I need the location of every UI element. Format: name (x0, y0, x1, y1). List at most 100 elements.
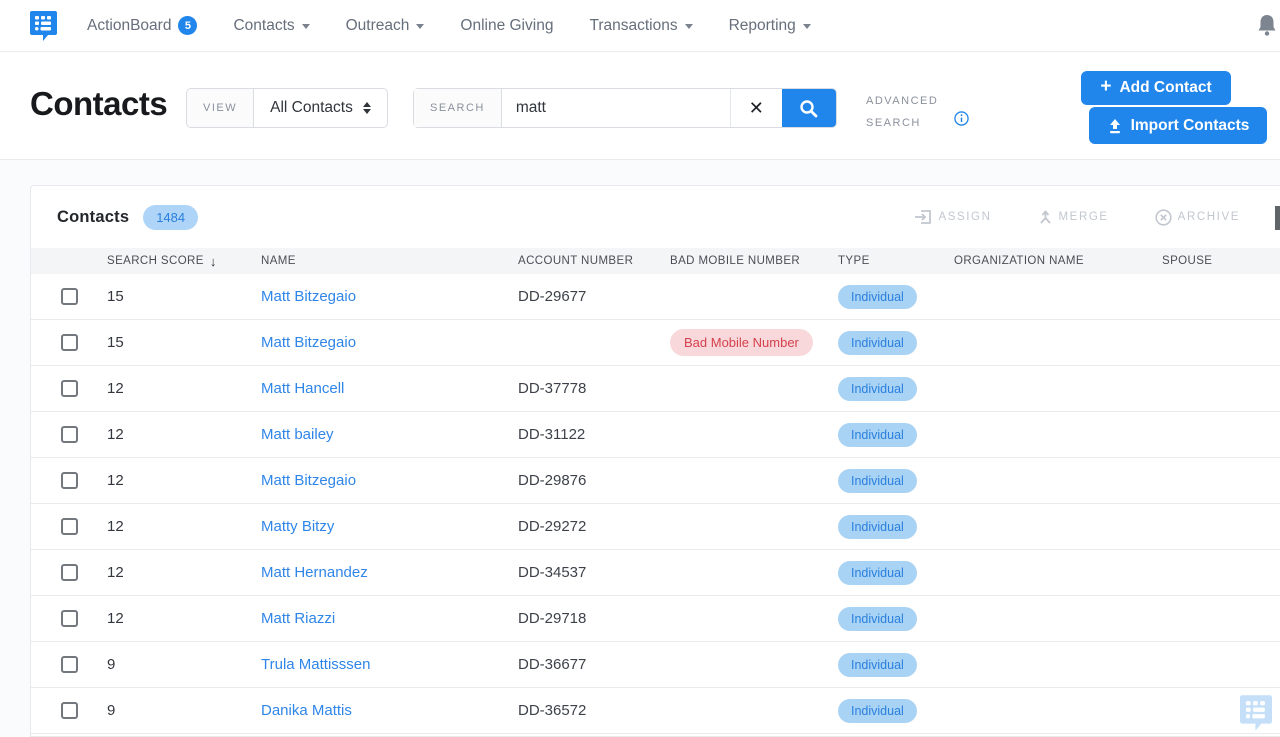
search-score-value: 15 (107, 288, 261, 305)
table-row: 15 Matt Bitzegaio DD-29677 Individual (31, 274, 1280, 320)
assign-icon (914, 209, 932, 225)
column-account-number[interactable]: ACCOUNT NUMBER (518, 255, 670, 267)
row-checkbox[interactable] (61, 656, 78, 673)
assign-button[interactable]: ASSIGN (914, 209, 991, 225)
top-nav: ActionBoard 5 Contacts Outreach Online G… (0, 0, 1280, 52)
search-score-value: 12 (107, 380, 261, 397)
row-checkbox[interactable] (61, 518, 78, 535)
nav-label: Reporting (729, 17, 796, 35)
table-row: 12 Matt bailey DD-31122 Individual (31, 412, 1280, 458)
account-number-value: DD-29876 (518, 472, 670, 489)
chevron-down-icon (803, 24, 811, 29)
archive-button[interactable]: ARCHIVE (1155, 209, 1240, 226)
account-number-value: DD-36677 (518, 656, 670, 673)
chevron-down-icon (416, 24, 424, 29)
row-checkbox[interactable] (61, 334, 78, 351)
contact-name-link[interactable]: Matt Riazzi (261, 610, 335, 627)
page-header: Contacts VIEW All Contacts SEARCH ✕ ADVA… (0, 52, 1280, 160)
bad-mobile-badge: Bad Mobile Number (670, 329, 813, 356)
search-score-value: 12 (107, 472, 261, 489)
nav-item-reporting[interactable]: Reporting (729, 17, 811, 35)
row-checkbox[interactable] (61, 472, 78, 489)
advanced-search-line1: ADVANCED (866, 90, 938, 112)
content-area: Contacts 1484 ASSIGN MERGE (0, 160, 1280, 737)
row-checkbox[interactable] (61, 702, 78, 719)
view-select-dropdown[interactable]: All Contacts (254, 89, 387, 127)
notifications-bell-icon[interactable] (1256, 13, 1278, 37)
contact-name-link[interactable]: Trula Mattisssen (261, 656, 370, 673)
contact-name-link[interactable]: Matt Hancell (261, 380, 344, 397)
add-contact-label: Add Contact (1119, 79, 1211, 97)
column-name[interactable]: NAME (261, 255, 518, 267)
type-badge: Individual (838, 607, 917, 631)
search-bar: SEARCH ✕ (413, 88, 837, 128)
column-type[interactable]: TYPE (838, 255, 954, 267)
column-organization-name[interactable]: ORGANIZATION NAME (954, 255, 1162, 267)
contacts-count-badge: 1484 (143, 205, 198, 230)
nav-item-actionboard[interactable]: ActionBoard 5 (87, 16, 197, 35)
page-title: Contacts (30, 85, 167, 123)
contact-name-link[interactable]: Matt bailey (261, 426, 334, 443)
import-contacts-button[interactable]: Import Contacts (1089, 107, 1267, 144)
nav-item-transactions[interactable]: Transactions (589, 17, 692, 35)
row-checkbox[interactable] (61, 288, 78, 305)
card-title: Contacts (57, 208, 129, 227)
actionboard-logo-icon[interactable] (30, 11, 57, 41)
contact-name-link[interactable]: Danika Mattis (261, 702, 352, 719)
clear-search-button[interactable]: ✕ (731, 89, 782, 127)
row-checkbox[interactable] (61, 380, 78, 397)
archive-icon (1155, 209, 1172, 226)
search-score-value: 12 (107, 564, 261, 581)
table-row: 9 Trula Mattisssen DD-36677 Individual (31, 642, 1280, 688)
table-row: 12 Matt Riazzi DD-29718 Individual (31, 596, 1280, 642)
archive-label: ARCHIVE (1178, 211, 1240, 223)
card-header: Contacts 1484 ASSIGN MERGE (31, 186, 1280, 248)
chevron-down-icon (685, 24, 693, 29)
type-badge: Individual (838, 285, 917, 309)
row-checkbox[interactable] (61, 564, 78, 581)
table-body: 15 Matt Bitzegaio DD-29677 Individual 15… (31, 274, 1280, 734)
edge-cut-button[interactable] (1275, 206, 1280, 230)
row-checkbox[interactable] (61, 610, 78, 627)
chat-widget-logo-icon[interactable] (1240, 695, 1272, 731)
chevron-down-icon (302, 24, 310, 29)
view-label: VIEW (187, 89, 254, 127)
search-score-value: 12 (107, 426, 261, 443)
search-input[interactable] (502, 89, 731, 127)
view-selector: VIEW All Contacts (186, 88, 388, 128)
search-button[interactable] (782, 89, 836, 127)
search-label: SEARCH (414, 89, 502, 127)
account-number-value: DD-31122 (518, 426, 670, 443)
column-spouse[interactable]: SPOUSE (1162, 255, 1280, 267)
account-number-value: DD-34537 (518, 564, 670, 581)
notification-count-badge: 5 (178, 16, 197, 35)
contacts-card: Contacts 1484 ASSIGN MERGE (30, 185, 1280, 737)
search-score-value: 12 (107, 518, 261, 535)
nav-label: Transactions (589, 17, 677, 35)
advanced-search-link[interactable]: ADVANCED SEARCH (866, 90, 938, 134)
nav-item-online-giving[interactable]: Online Giving (460, 17, 553, 35)
type-badge: Individual (838, 377, 917, 401)
contact-name-link[interactable]: Matt Bitzegaio (261, 334, 356, 351)
type-badge: Individual (838, 653, 917, 677)
nav-label: Outreach (346, 17, 410, 35)
row-checkbox[interactable] (61, 426, 78, 443)
nav-item-contacts[interactable]: Contacts (233, 17, 309, 35)
add-contact-button[interactable]: + Add Contact (1081, 71, 1231, 105)
contact-name-link[interactable]: Matt Bitzegaio (261, 472, 356, 489)
nav-item-outreach[interactable]: Outreach (346, 17, 425, 35)
contact-name-link[interactable]: Matt Bitzegaio (261, 288, 356, 305)
info-icon[interactable] (954, 111, 969, 126)
advanced-search-line2: SEARCH (866, 112, 938, 134)
column-bad-mobile-number[interactable]: BAD MOBILE NUMBER (670, 255, 838, 267)
column-search-score[interactable]: SEARCH SCORE ↓ (107, 254, 261, 269)
merge-button[interactable]: MERGE (1038, 209, 1109, 226)
view-selected-value: All Contacts (270, 99, 353, 117)
contact-name-link[interactable]: Matty Bitzy (261, 518, 334, 535)
search-icon (799, 99, 818, 118)
type-badge: Individual (838, 469, 917, 493)
type-badge: Individual (838, 331, 917, 355)
account-number-value: DD-29718 (518, 610, 670, 627)
table-row: 12 Matt Hancell DD-37778 Individual (31, 366, 1280, 412)
contact-name-link[interactable]: Matt Hernandez (261, 564, 368, 581)
